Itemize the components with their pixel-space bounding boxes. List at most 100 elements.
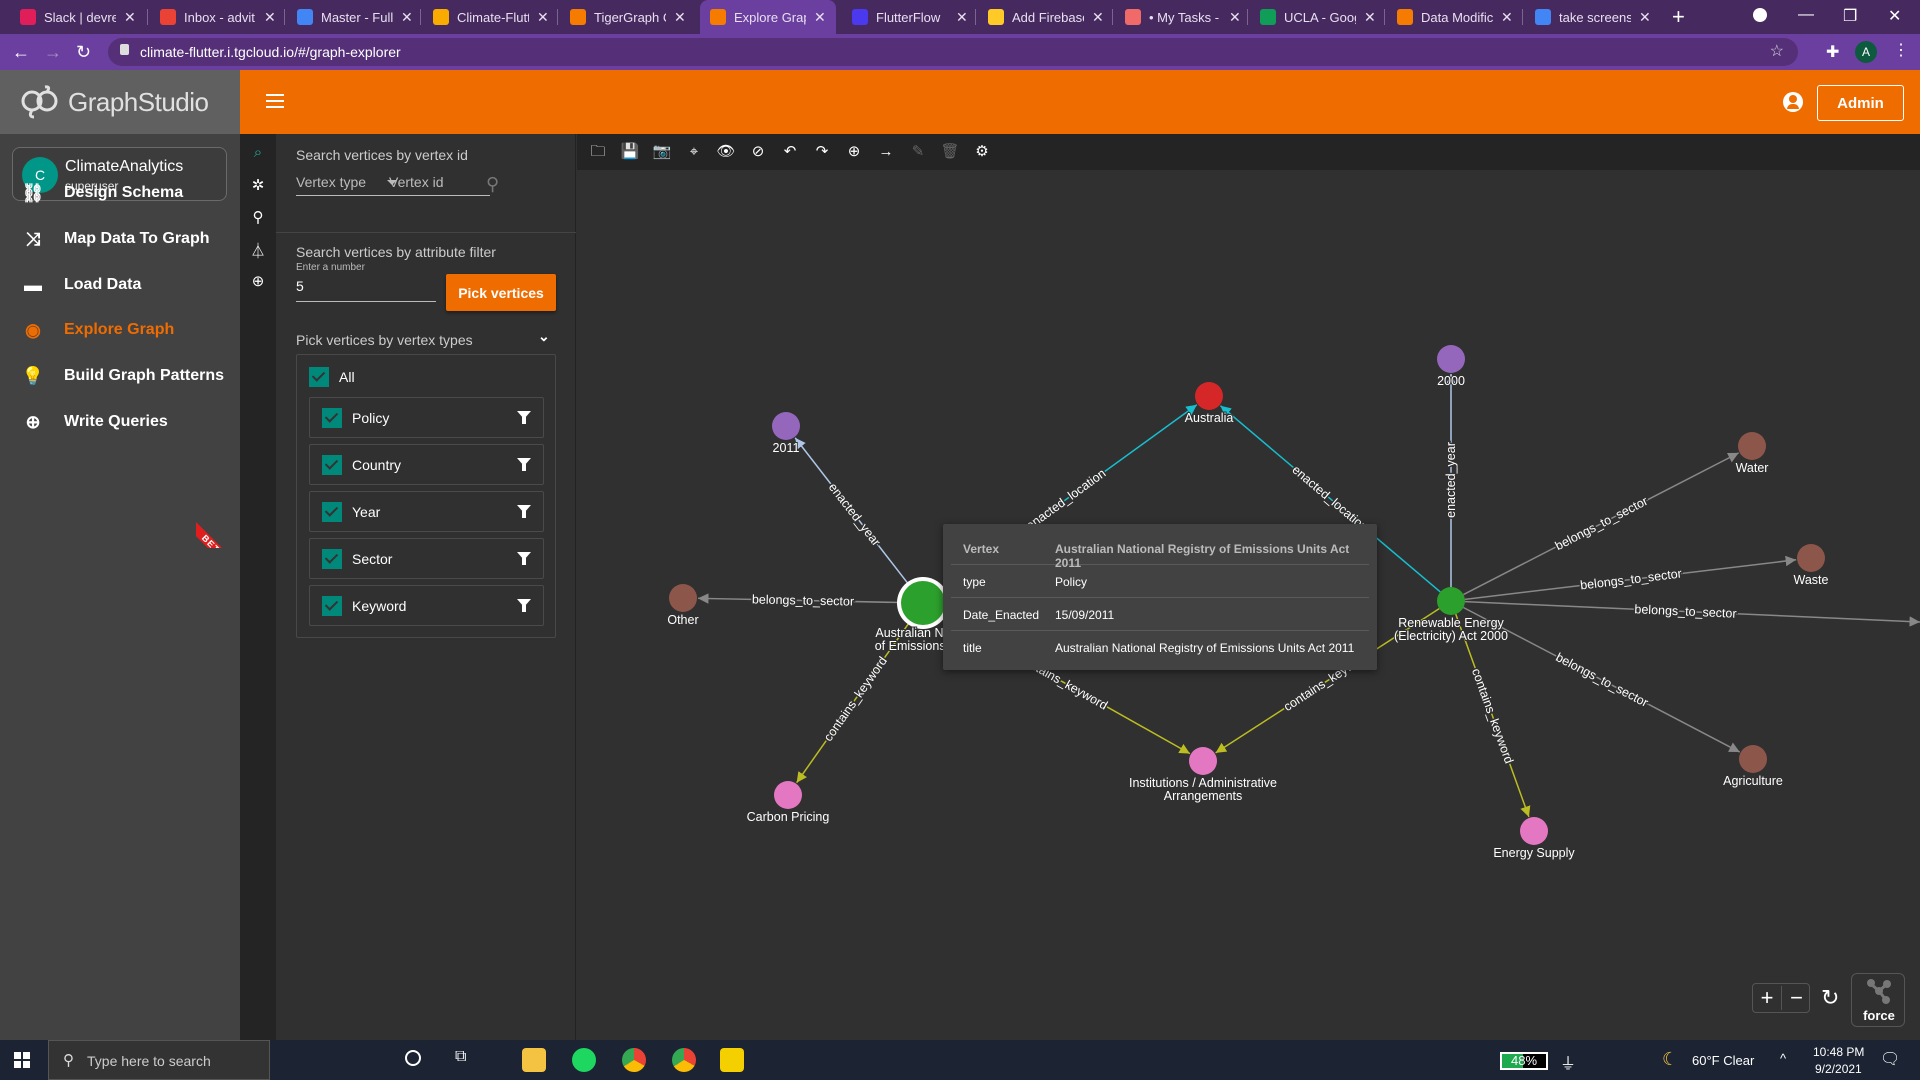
tab-search-icon[interactable]: [1753, 8, 1767, 22]
minimize-button[interactable]: —: [1798, 6, 1814, 24]
vertex-circle[interactable]: [1195, 382, 1223, 410]
chrome-profile-icon[interactable]: [672, 1048, 696, 1072]
weather-text[interactable]: 60°F Clear: [1692, 1053, 1754, 1068]
zoom-out-button[interactable]: −: [1782, 986, 1811, 1010]
url-field[interactable]: climate-flutter.i.tgcloud.io/#/graph-exp…: [108, 38, 1798, 66]
settings-icon[interactable]: ⚙: [971, 142, 993, 162]
battery-indicator[interactable]: 48%: [1500, 1052, 1548, 1070]
graph-vertex-keyword[interactable]: Institutions / AdministrativeArrangement…: [1128, 747, 1278, 804]
notifications-icon[interactable]: 🗨: [1880, 1049, 1900, 1069]
add-vertex-icon[interactable]: ⊕: [843, 142, 865, 162]
forward-icon[interactable]: →: [44, 42, 62, 63]
search-vertex-icon[interactable]: ⚲: [486, 174, 499, 195]
number-input[interactable]: 5: [296, 278, 436, 302]
cortana-icon[interactable]: [405, 1050, 421, 1066]
browser-tab[interactable]: Explore Graph ✕: [700, 0, 836, 34]
sticky-notes-icon[interactable]: [720, 1048, 744, 1072]
pick-vertices-button[interactable]: Pick vertices: [446, 274, 556, 311]
graphstudio-logo[interactable]: GraphStudio: [0, 70, 240, 134]
filter-icon[interactable]: [517, 411, 531, 424]
nav-item-explore-graph[interactable]: ◉ Explore Graph: [0, 310, 240, 350]
show-icon[interactable]: 👁: [715, 142, 737, 162]
close-tab-icon[interactable]: ✕: [1364, 9, 1376, 26]
browser-tab[interactable]: • My Tasks - A ✕: [1115, 0, 1251, 34]
spotify-icon[interactable]: [572, 1048, 596, 1072]
nav-item-build-graph-patterns[interactable]: 💡 Build Graph Patterns: [0, 356, 240, 396]
graph-vertex-sector[interactable]: Agriculture: [1722, 745, 1784, 789]
browser-tab[interactable]: Climate-Flutte ✕: [423, 0, 559, 34]
vertex-type-checkbox[interactable]: [322, 595, 342, 616]
filter-icon[interactable]: [517, 505, 531, 518]
browser-tab[interactable]: Master - Fulls ✕: [287, 0, 423, 34]
new-tab-button[interactable]: +: [1672, 4, 1685, 30]
close-tab-icon[interactable]: ✕: [401, 9, 413, 26]
browser-tab[interactable]: Inbox - advit.c ✕: [150, 0, 286, 34]
search-icon[interactable]: ⌕: [240, 144, 276, 161]
chrome-icon[interactable]: [622, 1048, 646, 1072]
refresh-layout-icon[interactable]: ↻: [1821, 985, 1839, 1011]
checkbox-checked[interactable]: [309, 367, 329, 387]
path-finding-icon[interactable]: ⚲: [240, 208, 276, 226]
redo-icon[interactable]: ↷: [811, 142, 833, 162]
vertex-circle[interactable]: [1739, 745, 1767, 773]
nav-item-map-data-to-graph[interactable]: ⤨ Map Data To Graph: [0, 219, 240, 259]
force-layout-button[interactable]: force: [1851, 973, 1905, 1027]
vertex-type-checkbox[interactable]: [322, 501, 342, 522]
browser-menu-icon[interactable]: ⋮: [1893, 40, 1909, 60]
undo-icon[interactable]: ↶: [779, 142, 801, 162]
file-explorer-icon[interactable]: [522, 1048, 546, 1072]
browser-tab[interactable]: FlutterFlow ✕: [842, 0, 978, 34]
edit-icon[interactable]: ✎: [907, 142, 929, 162]
graph-vertex-year[interactable]: 2011: [772, 412, 800, 456]
vertex-circle[interactable]: [1437, 587, 1465, 615]
browser-tab[interactable]: Slack | devrel ✕: [10, 0, 146, 34]
vertex-circle[interactable]: [669, 584, 697, 612]
vertex-type-checkbox[interactable]: [322, 454, 342, 475]
vertex-circle[interactable]: [774, 781, 802, 809]
network-icon[interactable]: ⏃: [240, 240, 276, 261]
graph-vertex-keyword[interactable]: Energy Supply: [1492, 817, 1576, 861]
vertex-circle[interactable]: [1738, 432, 1766, 460]
vertex-circle[interactable]: [1189, 747, 1217, 775]
nav-item-load-data[interactable]: ▬ Load Data: [0, 265, 240, 305]
graph-vertex-sector[interactable]: Waste: [1793, 544, 1830, 588]
close-tab-icon[interactable]: ✕: [124, 9, 136, 26]
close-tab-icon[interactable]: ✕: [1639, 9, 1651, 26]
vertex-id-input[interactable]: Vertex id: [389, 174, 490, 196]
browser-tab[interactable]: TigerGraph Cl ✕: [560, 0, 696, 34]
task-view-icon[interactable]: ⧉: [455, 1048, 466, 1066]
browser-tab[interactable]: Add Firebase ✕: [978, 0, 1114, 34]
graph-vertex-sector[interactable]: Other: [666, 584, 700, 628]
close-tab-icon[interactable]: ✕: [537, 9, 549, 26]
restore-button[interactable]: ❐: [1843, 6, 1857, 26]
locate-icon[interactable]: ⌖: [683, 142, 705, 162]
nav-item-write-queries[interactable]: ⊕ Write Queries: [0, 402, 240, 442]
clock-time[interactable]: 10:48 PM: [1813, 1045, 1864, 1059]
browser-tab[interactable]: take screensh ✕: [1525, 0, 1661, 34]
graph-vertex-country[interactable]: Australia: [1184, 382, 1234, 426]
delete-icon[interactable]: 🗑: [939, 142, 961, 162]
close-tab-icon[interactable]: ✕: [956, 9, 968, 26]
zoom-in-button[interactable]: +: [1753, 986, 1782, 1010]
add-edge-icon[interactable]: →: [875, 142, 897, 162]
nav-item-design-schema[interactable]: ⛓ Design Schema: [0, 173, 240, 213]
expand-icon[interactable]: ✲: [240, 176, 276, 194]
close-tab-icon[interactable]: ✕: [1092, 9, 1104, 26]
hide-icon[interactable]: ⊘: [747, 142, 769, 162]
query-icon[interactable]: ⊕: [240, 272, 276, 290]
extensions-icon[interactable]: ✚: [1826, 42, 1839, 62]
save-icon[interactable]: 💾: [619, 142, 641, 162]
screenshot-icon[interactable]: 📷: [651, 142, 673, 162]
close-tab-icon[interactable]: ✕: [1229, 9, 1241, 26]
collapse-chevron-icon[interactable]: ⌄: [538, 328, 550, 345]
windows-start-icon[interactable]: [14, 1052, 30, 1068]
menu-icon[interactable]: [266, 94, 284, 108]
graph-vertex-keyword[interactable]: Carbon Pricing: [746, 781, 830, 825]
vertex-circle[interactable]: [901, 581, 945, 625]
vertex-circle[interactable]: [772, 412, 800, 440]
close-tab-icon[interactable]: ✕: [814, 9, 826, 26]
browser-tab[interactable]: Data Modifica ✕: [1387, 0, 1523, 34]
vertex-type-checkbox[interactable]: [322, 407, 342, 428]
clock-date[interactable]: 9/2/2021: [1815, 1062, 1862, 1076]
graph-vertex-policy[interactable]: Renewable Energy(Electricity) Act 2000: [1393, 587, 1509, 644]
